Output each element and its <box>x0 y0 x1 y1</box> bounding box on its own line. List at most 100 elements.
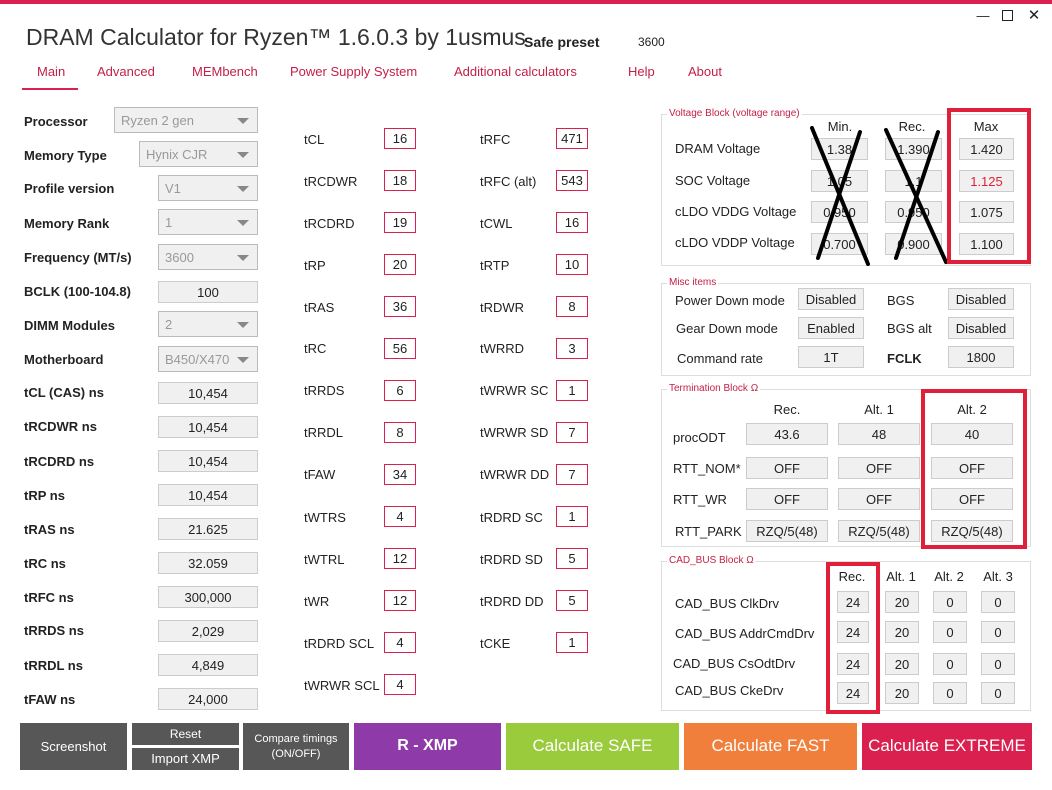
chevron-down-icon <box>237 186 249 192</box>
tab-power-supply-system[interactable]: Power Supply System <box>290 64 417 79</box>
chevron-down-icon <box>237 220 249 226</box>
profile-version-select[interactable]: V1 <box>158 175 258 201</box>
timing-value: 10 <box>556 254 588 275</box>
chevron-down-icon <box>237 152 249 158</box>
termination-block-title: Termination Block Ω <box>667 383 761 394</box>
cad-bus-label: CAD_BUS ClkDrv <box>675 596 780 611</box>
timing-label: tRDWR <box>480 300 525 315</box>
timing-value: 1 <box>556 632 588 653</box>
memory-type-label: Memory Type <box>24 148 107 163</box>
timing-label: tCWL <box>480 216 513 231</box>
ns-value: 24,000 <box>158 688 258 710</box>
memory-type-select[interactable]: Hynix CJR <box>139 141 258 167</box>
timing-label: tWRRD <box>480 341 525 356</box>
reset-button[interactable]: Reset <box>132 723 239 745</box>
fclk-value: 1800 <box>948 346 1014 368</box>
termination-header: Rec. <box>773 402 801 417</box>
ns-value: 10,454 <box>158 416 258 438</box>
timing-label: tCKE <box>480 636 511 651</box>
termination-value: RZQ/5(48) <box>838 520 920 542</box>
memory-rank-label: Memory Rank <box>24 216 110 231</box>
profile-version-value: V1 <box>165 181 181 196</box>
import-xmp-button[interactable]: Import XMP <box>132 748 239 770</box>
ns-label: tRP ns <box>24 488 65 503</box>
timing-value: 1 <box>556 380 588 401</box>
timing-value: 4 <box>384 674 416 695</box>
memory-rank-select[interactable]: 1 <box>158 209 258 235</box>
calculate-fast-button[interactable]: Calculate FAST <box>684 723 857 770</box>
ns-label: tRRDL ns <box>24 658 83 673</box>
calculate-safe-button[interactable]: Calculate SAFE <box>506 723 679 770</box>
r-xmp-button[interactable]: R - XMP <box>354 723 501 770</box>
cad-bus-value: 0 <box>933 621 967 643</box>
bclk-input[interactable]: 100 <box>158 281 258 303</box>
minimize-icon[interactable]: — <box>975 8 991 23</box>
tab-about[interactable]: About <box>688 64 722 79</box>
bgs-value: Disabled <box>948 288 1014 310</box>
cad-bus-value: 20 <box>885 591 919 613</box>
ns-value: 21.625 <box>158 518 258 540</box>
ns-label: tCL (CAS) ns <box>24 385 104 400</box>
motherboard-label: Motherboard <box>24 352 104 367</box>
timing-value: 7 <box>556 422 588 443</box>
cad-bus-value: 0 <box>981 653 1015 675</box>
cad-bus-value: 0 <box>933 682 967 704</box>
cad-bus-label: CAD_BUS AddrCmdDrv <box>675 626 815 641</box>
preset-label: Safe preset <box>524 34 600 50</box>
command-rate-value: 1T <box>798 346 864 368</box>
timing-value: 56 <box>384 338 416 359</box>
timing-label: tRDRD DD <box>480 594 544 609</box>
timing-label: tRCDRD <box>304 216 355 231</box>
frequency-value: 3600 <box>165 250 194 265</box>
cad-bus-header: Alt. 2 <box>934 569 964 584</box>
close-icon[interactable]: ✕ <box>1026 6 1042 24</box>
motherboard-select[interactable]: B450/X470 <box>158 346 258 372</box>
frequency-select[interactable]: 3600 <box>158 244 258 270</box>
ns-label: tRFC ns <box>24 590 74 605</box>
timing-label: tWRWR DD <box>480 467 550 482</box>
timing-value: 3 <box>556 338 588 359</box>
timing-value: 8 <box>384 422 416 443</box>
timing-label: tWRWR SD <box>480 425 549 440</box>
dimm-modules-select[interactable]: 2 <box>158 311 258 337</box>
ns-value: 300,000 <box>158 586 258 608</box>
timing-label: tWRWR SCL <box>304 678 380 693</box>
timing-label: tRRDS <box>304 383 345 398</box>
calculate-extreme-button[interactable]: Calculate EXTREME <box>862 723 1032 770</box>
processor-select[interactable]: Ryzen 2 gen <box>114 107 258 133</box>
ns-label: tRCDWR ns <box>24 419 97 434</box>
tab-additional-calculators[interactable]: Additional calculators <box>454 64 577 79</box>
cad-bus-value: 20 <box>885 653 919 675</box>
compare-timings-label: Compare timings <box>254 733 338 745</box>
timing-value: 4 <box>384 632 416 653</box>
termination-value: 43.6 <box>746 423 828 445</box>
termination-value: OFF <box>746 488 828 510</box>
timing-label: tRFC (alt) <box>480 174 537 189</box>
cad-bus-block-title: CAD_BUS Block Ω <box>667 555 756 566</box>
cad-bus-value: 20 <box>885 682 919 704</box>
compare-timings-button[interactable]: Compare timings (ON/OFF) <box>243 723 349 770</box>
ns-value: 4,849 <box>158 654 258 676</box>
voltage-block-title: Voltage Block (voltage range) <box>667 108 802 119</box>
ns-value: 10,454 <box>158 484 258 506</box>
cad-bus-header: Alt. 1 <box>886 569 916 584</box>
tab-membench[interactable]: MEMbench <box>192 64 258 79</box>
ns-value: 2,029 <box>158 620 258 642</box>
ns-value: 32.059 <box>158 552 258 574</box>
tab-help[interactable]: Help <box>628 64 655 79</box>
timing-label: tWTRS <box>304 510 346 525</box>
timing-label: tRDRD SC <box>480 510 543 525</box>
timing-label: tRFC <box>480 132 511 147</box>
active-tab-indicator <box>22 88 78 90</box>
chevron-down-icon <box>237 255 249 261</box>
timing-value: 19 <box>384 212 416 233</box>
ns-label: tRRDS ns <box>24 623 84 638</box>
tab-advanced[interactable]: Advanced <box>97 64 155 79</box>
screenshot-button[interactable]: Screenshot <box>20 723 127 770</box>
maximize-icon[interactable] <box>1002 10 1013 21</box>
timing-label: tRC <box>304 341 327 356</box>
app-title: DRAM Calculator for Ryzen™ 1.6.0.3 by 1u… <box>26 24 526 50</box>
ns-label: tRC ns <box>24 556 66 571</box>
tab-main[interactable]: Main <box>37 64 65 79</box>
bgs-label: BGS <box>887 293 915 308</box>
